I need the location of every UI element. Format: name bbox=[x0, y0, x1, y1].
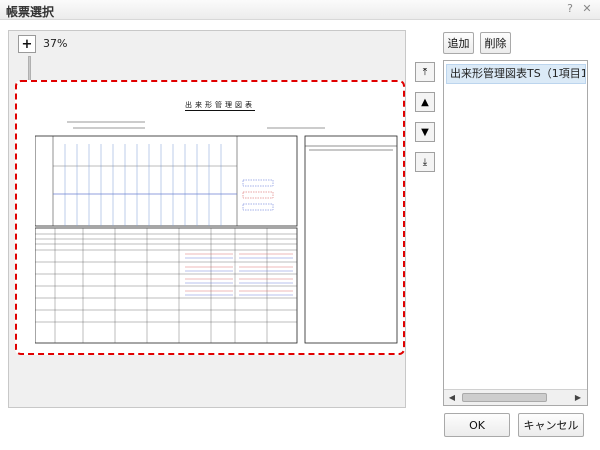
ok-button[interactable]: OK bbox=[444, 413, 510, 437]
move-bottom-button[interactable]: ⤓ bbox=[415, 152, 435, 172]
title-bar: 帳票選択 ? ✕ bbox=[0, 0, 600, 20]
report-preview[interactable]: 出来形管理図表 bbox=[15, 80, 405, 355]
move-up-button[interactable]: ▲ bbox=[415, 92, 435, 112]
report-thumbnail bbox=[35, 121, 398, 344]
report-page: 出来形管理図表 bbox=[35, 94, 398, 344]
move-down-button[interactable]: ▼ bbox=[415, 122, 435, 142]
horizontal-scrollbar[interactable]: ◀ ▶ bbox=[444, 389, 587, 405]
close-icon[interactable]: ✕ bbox=[580, 2, 594, 16]
move-top-button[interactable]: ⤒ bbox=[415, 62, 435, 82]
window-title: 帳票選択 bbox=[6, 5, 55, 19]
list-item[interactable]: 出来形管理図表TS（1項目14 bbox=[446, 64, 586, 84]
zoom-in-button[interactable]: + bbox=[18, 35, 36, 53]
scroll-thumb[interactable] bbox=[462, 393, 547, 402]
add-button[interactable]: 追加 bbox=[443, 32, 474, 54]
scroll-right-icon[interactable]: ▶ bbox=[570, 390, 586, 405]
zoom-level: 37% bbox=[43, 37, 68, 50]
scroll-left-icon[interactable]: ◀ bbox=[444, 390, 460, 405]
help-icon[interactable]: ? bbox=[563, 2, 577, 16]
report-list[interactable]: 出来形管理図表TS（1項目14 ◀ ▶ bbox=[443, 60, 588, 406]
delete-button[interactable]: 削除 bbox=[480, 32, 511, 54]
cancel-button[interactable]: キャンセル bbox=[518, 413, 584, 437]
